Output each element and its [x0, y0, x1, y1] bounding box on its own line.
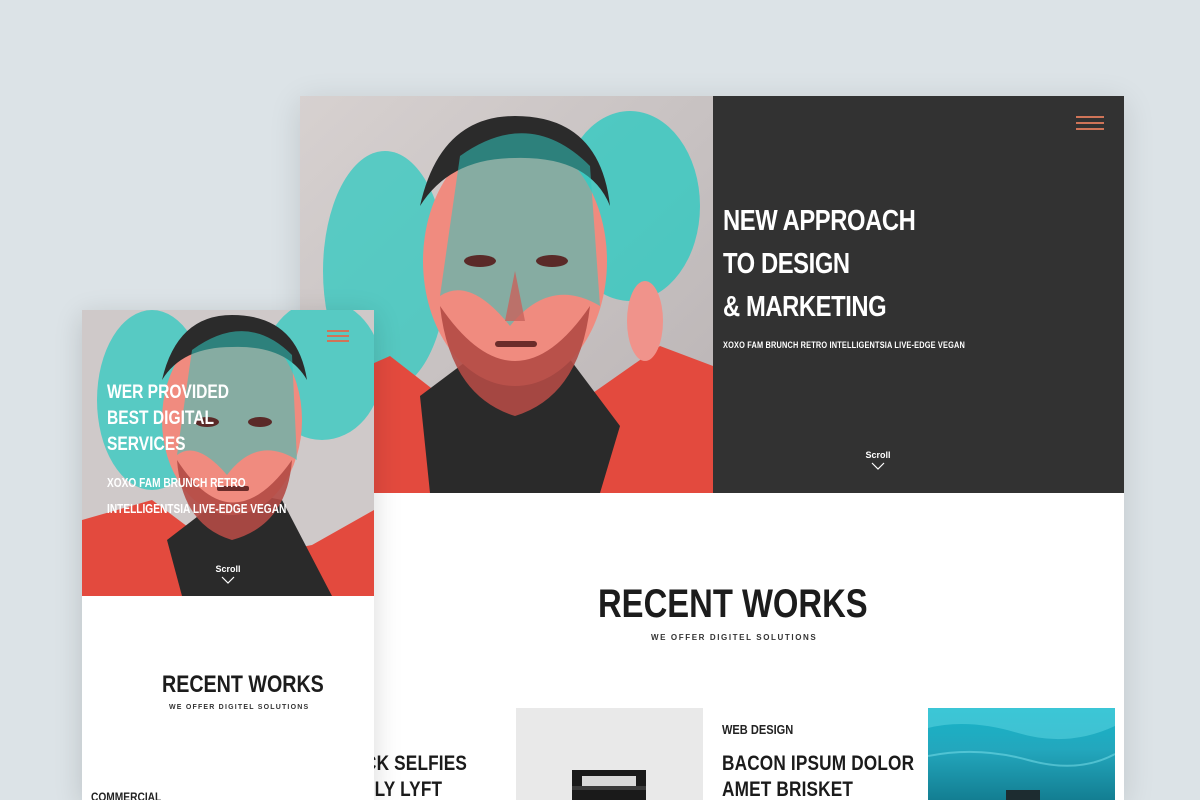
hamburger-menu-icon[interactable]: [1076, 116, 1104, 130]
chevron-down-icon: [871, 462, 885, 470]
post-title-right[interactable]: BACON IPSUM DOLOR AMET BRISKET: [722, 751, 914, 800]
hero-heading-line: & MARKETING: [723, 291, 887, 323]
mobile-hero-heading: WER PROVIDED BEST DIGITAL SERVICES: [107, 380, 229, 458]
mobile-hero-subtitle-line: INTELLIGENTSIA LIVE-EDGE VEGAN: [107, 501, 287, 516]
recent-works-title: RECENT WORKS: [162, 671, 324, 698]
hero-subtitle: XOXO FAM BRUNCH RETRO INTELLIGENTSIA LIV…: [723, 340, 965, 350]
post-title-left: CK SELFIES LLY LYFT: [364, 751, 467, 800]
post-title-line: AMET BRISKET: [722, 778, 854, 800]
post-category[interactable]: WEB DESIGN: [722, 722, 793, 737]
post-title-line: CK SELFIES: [364, 752, 468, 775]
camera-image[interactable]: [516, 708, 703, 800]
scroll-down-button[interactable]: Scroll: [208, 564, 248, 584]
recent-works-title: RECENT WORKS: [598, 582, 868, 626]
camera-illustration: [516, 708, 703, 800]
recent-works-subtitle: WE OFFER DIGITEL SOLUTIONS: [169, 704, 310, 711]
underwater-image[interactable]: [928, 708, 1115, 800]
scroll-down-button[interactable]: Scroll: [860, 450, 896, 470]
hero-heading-line: SERVICES: [107, 434, 186, 455]
hero-heading: NEW APPROACH TO DESIGN & MARKETING: [723, 200, 916, 329]
post-title-line: BACON IPSUM DOLOR: [722, 752, 915, 775]
mobile-hero-subtitle-line: XOXO FAM BRUNCH RETRO: [107, 475, 246, 490]
post-category[interactable]: COMMERCIAL: [91, 790, 161, 800]
recent-works-subtitle: WE OFFER DIGITEL SOLUTIONS: [651, 633, 818, 642]
post-title-line: LLY LYFT: [364, 778, 443, 800]
hero-heading-line: WER PROVIDED: [107, 382, 230, 403]
desktop-hero: NEW APPROACH TO DESIGN & MARKETING XOXO …: [300, 96, 1124, 493]
water-illustration: [928, 708, 1115, 800]
scroll-label: Scroll: [865, 450, 891, 460]
chevron-down-icon: [221, 576, 235, 584]
hero-heading-line: TO DESIGN: [723, 248, 850, 280]
hero-heading-line: BEST DIGITAL: [107, 408, 215, 429]
hamburger-menu-icon[interactable]: [327, 330, 349, 344]
hero-heading-line: NEW APPROACH: [723, 205, 916, 237]
desktop-mockup: NEW APPROACH TO DESIGN & MARKETING XOXO …: [300, 96, 1124, 800]
mobile-mockup: WER PROVIDED BEST DIGITAL SERVICES XOXO …: [82, 310, 374, 800]
scroll-label: Scroll: [215, 564, 241, 574]
